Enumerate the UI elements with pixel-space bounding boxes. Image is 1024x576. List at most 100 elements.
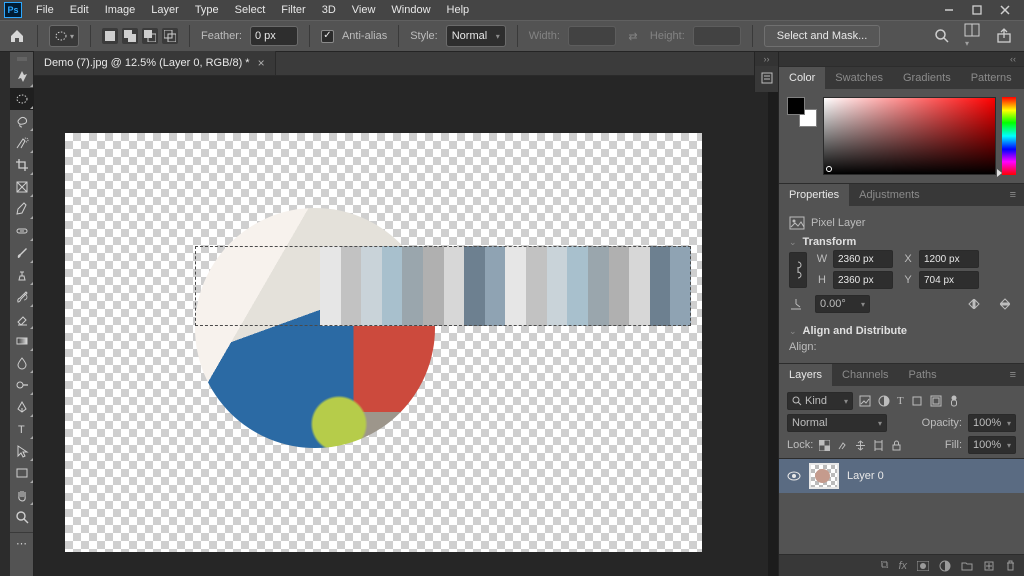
menu-image[interactable]: Image [97, 1, 144, 19]
h-input[interactable]: 2360 px [833, 271, 893, 289]
tab-adjustments[interactable]: Adjustments [849, 184, 930, 206]
type-tool[interactable]: T [10, 418, 34, 440]
new-fill-layer-icon[interactable] [939, 560, 951, 572]
close-button[interactable] [998, 3, 1012, 17]
visibility-icon[interactable] [787, 471, 801, 481]
layers-panel-menu-icon[interactable]: ≡ [1002, 369, 1024, 381]
minimize-button[interactable] [942, 3, 956, 17]
search-icon[interactable] [934, 28, 950, 44]
select-and-mask-button[interactable]: Select and Mask... [764, 25, 881, 47]
blend-mode-select[interactable]: Normal▾ [787, 414, 887, 432]
document-tab[interactable]: Demo (7).jpg @ 12.5% (Layer 0, RGB/8) * … [34, 51, 276, 75]
blur-tool[interactable] [10, 352, 34, 374]
eraser-tool[interactable] [10, 308, 34, 330]
flip-horizontal-icon[interactable] [966, 295, 984, 313]
menu-3d[interactable]: 3D [314, 1, 344, 19]
move-tool[interactable] [10, 66, 34, 88]
filter-toggle-icon[interactable] [949, 395, 959, 407]
delete-layer-icon[interactable] [1005, 560, 1016, 572]
tab-patterns[interactable]: Patterns [961, 67, 1022, 89]
layer-row[interactable]: Layer 0 [779, 459, 1024, 493]
history-panel-icon[interactable] [755, 66, 778, 90]
selection-new-icon[interactable] [102, 28, 118, 44]
frame-tool[interactable] [10, 176, 34, 198]
foreground-swatch[interactable] [787, 97, 805, 115]
selection-add-icon[interactable] [122, 28, 138, 44]
edit-toolbar-icon[interactable]: ⋯ [10, 536, 34, 550]
tool-preset-select[interactable]: ▾ [49, 25, 79, 47]
tab-paths[interactable]: Paths [899, 364, 947, 386]
history-brush-tool[interactable] [10, 286, 34, 308]
new-layer-icon[interactable] [983, 560, 995, 572]
menu-layer[interactable]: Layer [143, 1, 187, 19]
w-input[interactable]: 2360 px [833, 250, 893, 268]
quick-selection-tool[interactable] [10, 132, 34, 154]
tab-properties[interactable]: Properties [779, 184, 849, 206]
menu-type[interactable]: Type [187, 1, 227, 19]
tab-channels[interactable]: Channels [832, 364, 898, 386]
gradient-tool[interactable] [10, 330, 34, 352]
lock-all-icon[interactable] [891, 440, 902, 451]
opacity-input[interactable]: 100%▾ [968, 414, 1016, 432]
hue-slider[interactable] [1002, 97, 1016, 175]
layer-thumbnail[interactable] [809, 463, 839, 489]
menu-filter[interactable]: Filter [273, 1, 313, 19]
tab-gradients[interactable]: Gradients [893, 67, 961, 89]
crop-tool[interactable] [10, 154, 34, 176]
elliptical-marquee-tool[interactable] [10, 88, 34, 110]
selection-subtract-icon[interactable] [142, 28, 158, 44]
properties-panel-menu-icon[interactable]: ≡ [1002, 189, 1024, 201]
link-dimensions-icon[interactable] [789, 252, 807, 288]
tab-swatches[interactable]: Swatches [825, 67, 893, 89]
flip-vertical-icon[interactable] [996, 295, 1014, 313]
selection-intersect-icon[interactable] [162, 28, 178, 44]
eyedropper-tool[interactable] [10, 198, 34, 220]
lock-position-icon[interactable] [855, 440, 866, 451]
lock-pixels-icon[interactable] [837, 440, 848, 451]
maximize-button[interactable] [970, 3, 984, 17]
link-layers-icon[interactable]: ⧉ [881, 559, 889, 572]
close-tab-icon[interactable]: × [258, 56, 265, 70]
zoom-tool[interactable] [10, 506, 34, 528]
color-picker-field[interactable] [823, 97, 996, 175]
style-select[interactable]: Normal ▾ [446, 25, 506, 47]
antialias-checkbox[interactable] [321, 30, 334, 43]
dodge-tool[interactable] [10, 374, 34, 396]
filter-adjust-icon[interactable] [878, 395, 890, 407]
layer-kind-select[interactable]: Kind ▾ [787, 392, 853, 410]
align-expander-icon[interactable]: ⌄ [789, 326, 797, 337]
angle-input[interactable]: 0.00°▾ [815, 295, 870, 313]
layer-name[interactable]: Layer 0 [847, 470, 884, 482]
tab-layers[interactable]: Layers [779, 364, 832, 386]
menu-view[interactable]: View [344, 1, 384, 19]
rectangle-tool[interactable] [10, 462, 34, 484]
toolbox-grabber[interactable] [14, 56, 30, 64]
lock-artboard-icon[interactable] [873, 440, 884, 451]
tab-color[interactable]: Color [779, 67, 825, 89]
hand-tool[interactable] [10, 484, 34, 506]
workspace[interactable] [34, 76, 768, 576]
filter-shape-icon[interactable] [911, 395, 923, 407]
collapsed-dock-expand-icon[interactable]: ›› [755, 52, 778, 66]
pen-tool[interactable] [10, 396, 34, 418]
home-icon[interactable] [8, 27, 26, 45]
panel-collapse-icon[interactable]: ‹‹ [779, 52, 1024, 66]
lock-transparent-icon[interactable] [819, 440, 830, 451]
path-selection-tool[interactable] [10, 440, 34, 462]
share-icon[interactable] [996, 28, 1012, 44]
foreground-background-swatch[interactable] [787, 97, 817, 127]
filter-pixel-icon[interactable] [859, 395, 871, 407]
menu-help[interactable]: Help [439, 1, 478, 19]
lasso-tool[interactable] [10, 110, 34, 132]
clone-stamp-tool[interactable] [10, 264, 34, 286]
fill-input[interactable]: 100%▾ [968, 436, 1016, 454]
filter-type-icon[interactable]: T [897, 395, 904, 407]
new-group-icon[interactable] [961, 561, 973, 571]
menu-file[interactable]: File [28, 1, 62, 19]
document-canvas[interactable] [65, 133, 702, 552]
y-input[interactable]: 704 px [919, 271, 979, 289]
menu-select[interactable]: Select [227, 1, 274, 19]
arrange-documents-icon[interactable]: ▾ [964, 23, 982, 49]
healing-brush-tool[interactable] [10, 220, 34, 242]
menu-edit[interactable]: Edit [62, 1, 97, 19]
